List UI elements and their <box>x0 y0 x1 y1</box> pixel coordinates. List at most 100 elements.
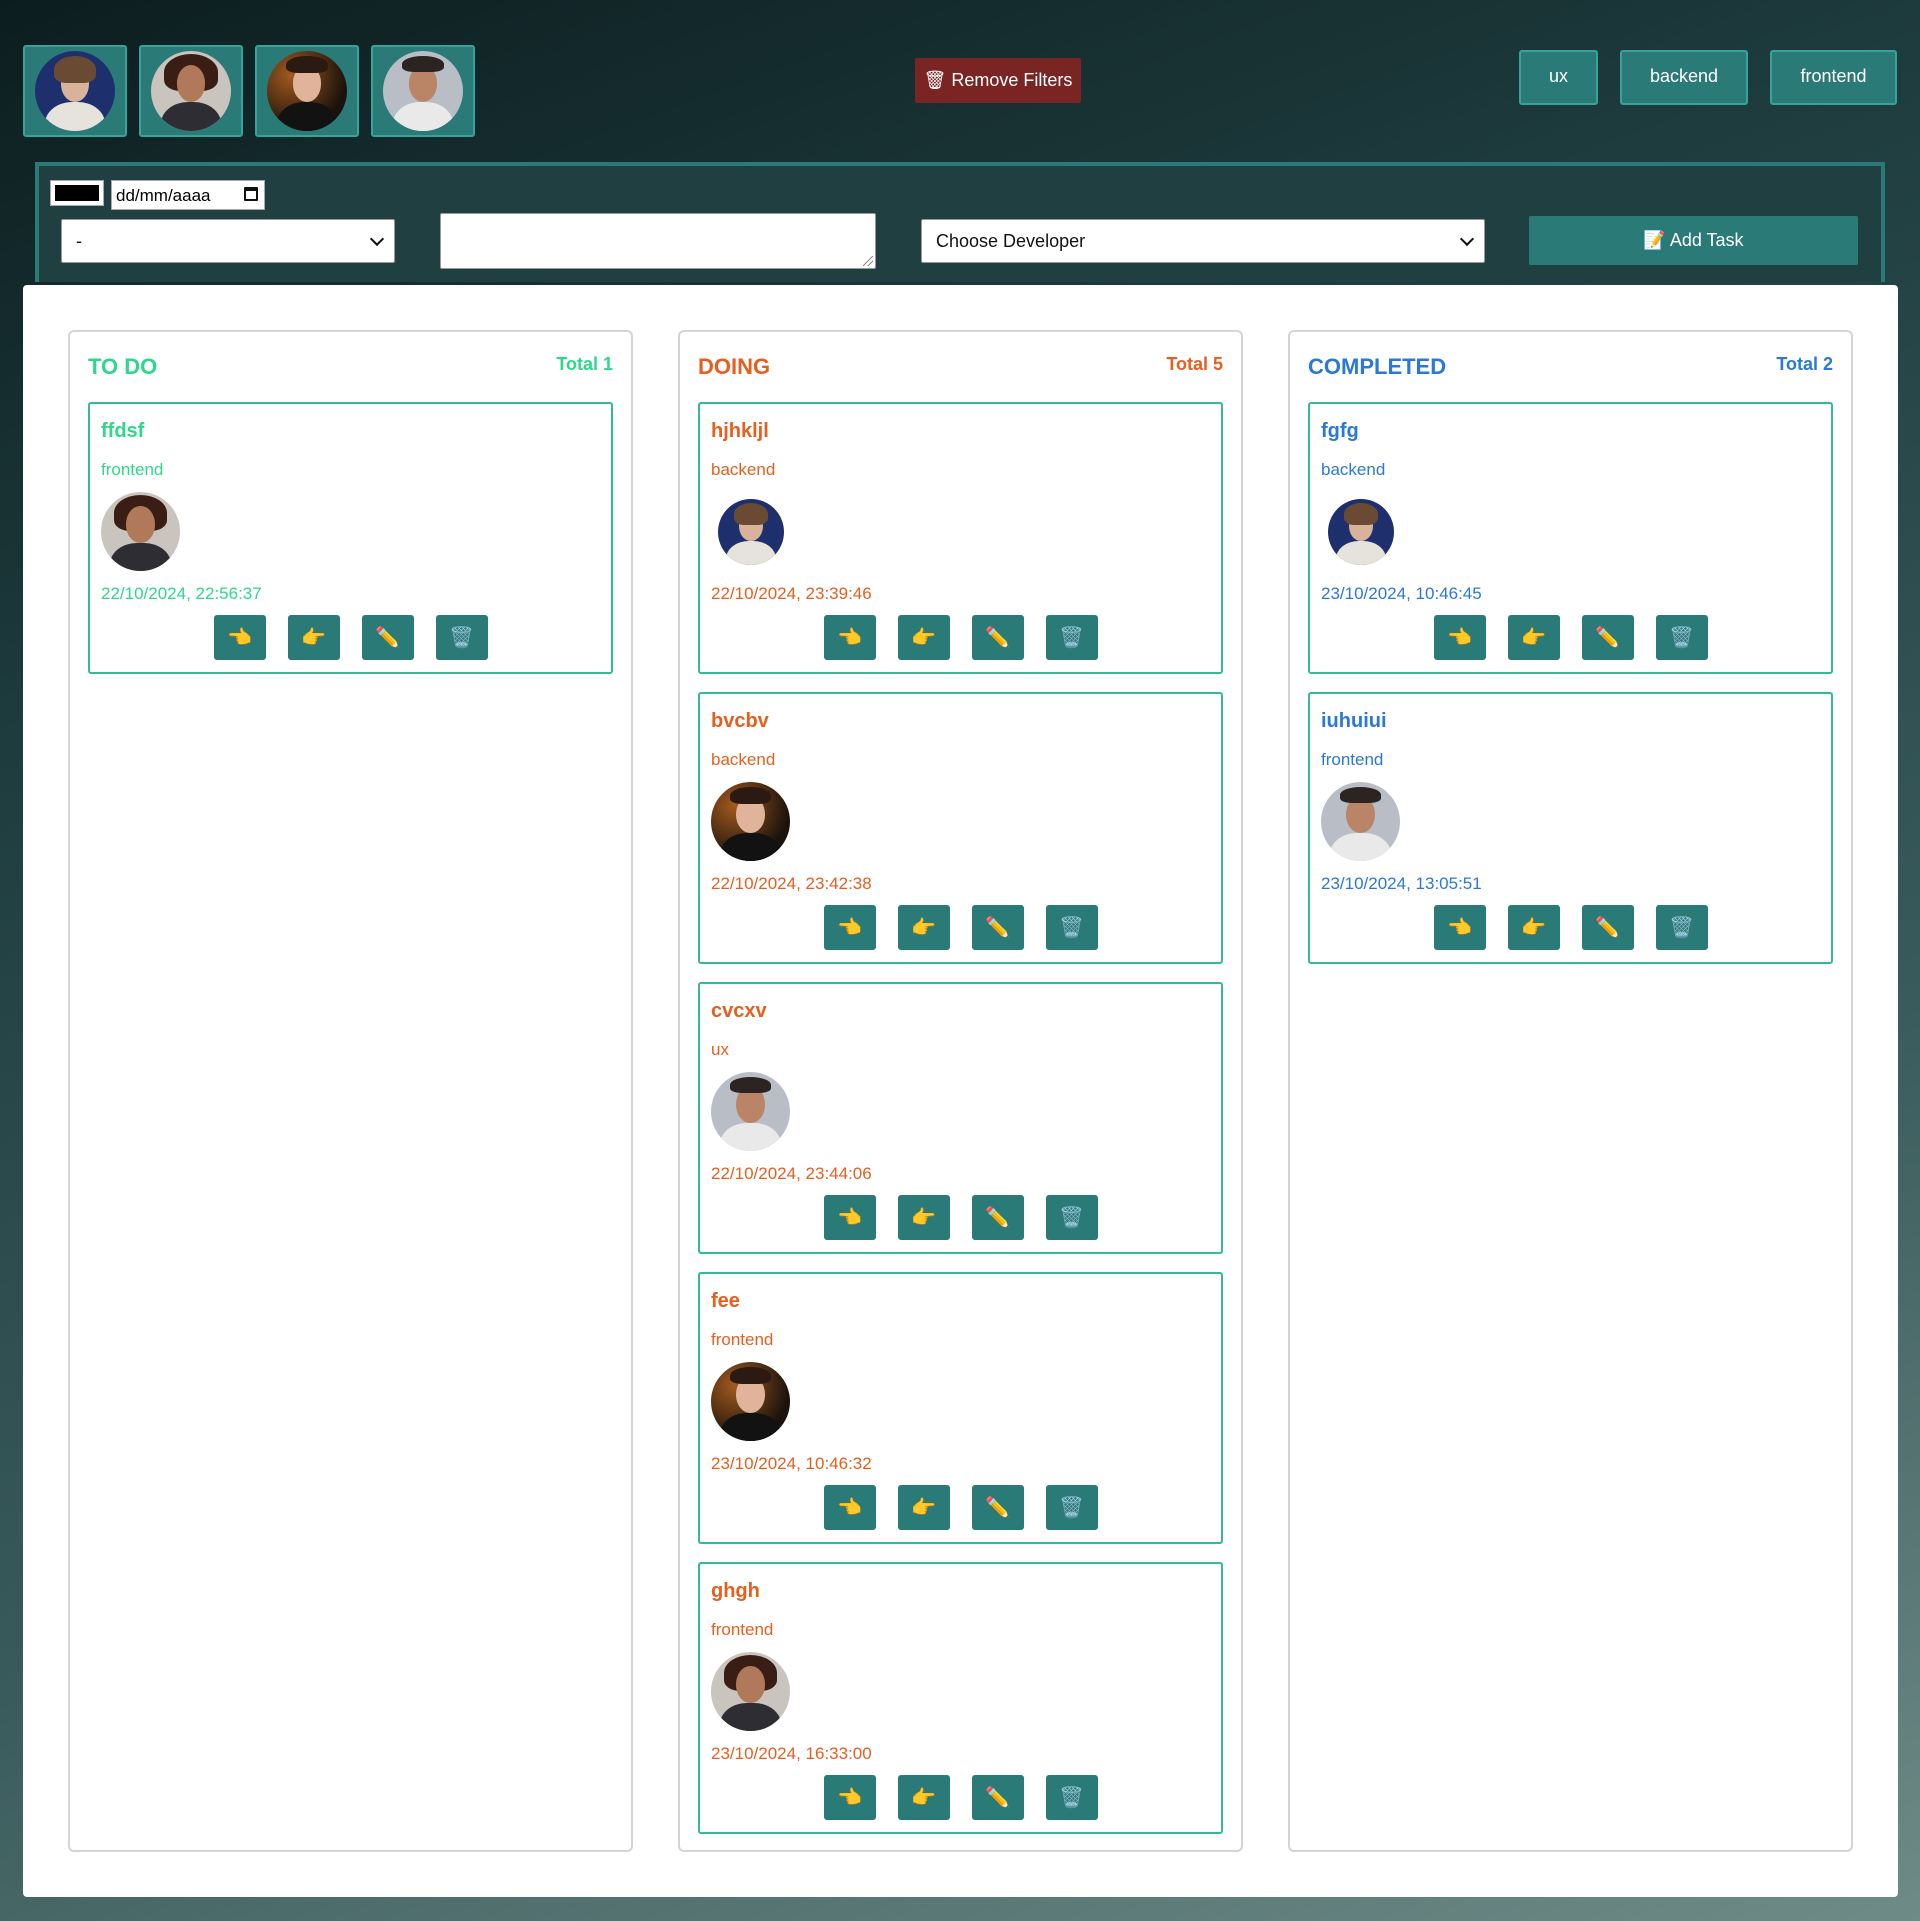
task-title: fgfg <box>1321 420 1359 442</box>
task-tag: backend <box>711 750 776 769</box>
task-card[interactable]: fgfg backend 23/10/2024, 10:46:45 👈 👉 ✏️ 🗑️ <box>1308 402 1833 674</box>
move-left-icon: 👈 <box>837 627 862 649</box>
resize-handle-icon[interactable] <box>863 256 873 266</box>
task-title: hjhkljl <box>711 420 769 442</box>
edit-button[interactable]: ✏️ <box>971 1775 1024 1820</box>
color-swatch <box>55 185 99 201</box>
delete-button[interactable]: 🗑️ <box>435 615 488 660</box>
delete-icon: 🗑️ <box>1059 917 1084 939</box>
column-title: DOING <box>698 354 771 379</box>
calendar-icon[interactable] <box>244 187 258 201</box>
task-card[interactable]: ghgh frontend 23/10/2024, 16:33:00 👈 👉 ✏️ 🗑️ <box>698 1562 1223 1834</box>
move-right-button[interactable]: 👉 <box>1507 905 1560 950</box>
edit-icon: ✏️ <box>985 1497 1010 1519</box>
task-actions: 👈 👉 ✏️ 🗑️ <box>700 1195 1221 1240</box>
chevron-down-icon <box>369 231 385 247</box>
column-doing: DOING Total 5 hjhkljl backend 22/10/2024, … <box>678 330 1243 1852</box>
task-tag: frontend <box>711 1620 774 1639</box>
delete-button[interactable]: 🗑️ <box>1045 1485 1098 1530</box>
add-task-button[interactable]: 📝 Add Task <box>1529 216 1858 265</box>
delete-button[interactable]: 🗑️ <box>1655 615 1708 660</box>
move-left-icon: 👈 <box>1447 627 1472 649</box>
move-left-button[interactable]: 👈 <box>1433 615 1486 660</box>
date-input[interactable]: dd/mm/aaaa <box>111 180 265 210</box>
task-card[interactable]: ffdsf frontend 22/10/2024, 22:56:37 👈 👉 ✏️ 🗑️ <box>88 402 613 674</box>
tag-filter-ux[interactable]: ux <box>1519 50 1598 105</box>
move-right-button[interactable]: 👉 <box>897 905 950 950</box>
task-actions: 👈 👉 ✏️ 🗑️ <box>700 1485 1221 1530</box>
move-left-button[interactable]: 👈 <box>823 615 876 660</box>
task-tag: frontend <box>101 460 164 479</box>
move-right-icon: 👉 <box>1521 917 1546 939</box>
delete-icon: 🗑️ <box>1059 1497 1084 1519</box>
edit-button[interactable]: ✏️ <box>1581 615 1634 660</box>
task-card[interactable]: bvcbv backend 22/10/2024, 23:42:38 👈 👉 ✏️ 🗑️ <box>698 692 1223 964</box>
task-type-select[interactable]: - <box>61 219 395 263</box>
edit-button[interactable]: ✏️ <box>971 905 1024 950</box>
edit-icon: ✏️ <box>985 1207 1010 1229</box>
move-right-button[interactable]: 👉 <box>897 1485 950 1530</box>
move-right-button[interactable]: 👉 <box>897 1775 950 1820</box>
card-list: ffdsf frontend 22/10/2024, 22:56:37 👈 👉 ✏️ 🗑️ <box>88 402 613 692</box>
edit-button[interactable]: ✏️ <box>971 1485 1024 1530</box>
task-card[interactable]: hjhkljl backend 22/10/2024, 23:39:46 👈 👉 ✏️ 🗑️ <box>698 402 1223 674</box>
developer-select-value: Choose Developer <box>936 231 1086 251</box>
developer-avatar <box>711 1362 790 1441</box>
move-right-button[interactable]: 👉 <box>287 615 340 660</box>
task-tag: backend <box>1321 460 1386 479</box>
description-textarea[interactable] <box>440 213 876 269</box>
edit-icon: ✏️ <box>985 1787 1010 1809</box>
move-left-button[interactable]: 👈 <box>823 1195 876 1240</box>
column-completed: COMPLETED Total 2 fgfg backend 23/10/2024,… <box>1288 330 1853 1852</box>
task-tag: frontend <box>1321 750 1384 769</box>
delete-button[interactable]: 🗑️ <box>1045 1775 1098 1820</box>
column-title: TO DO <box>88 354 158 379</box>
move-left-button[interactable]: 👈 <box>1433 905 1486 950</box>
move-right-icon: 👉 <box>911 627 936 649</box>
task-date: 22/10/2024, 23:39:46 <box>711 584 872 603</box>
developer-filter-4[interactable] <box>371 45 475 137</box>
chevron-down-icon <box>1459 231 1475 247</box>
developer-select[interactable]: Choose Developer <box>921 219 1485 263</box>
edit-button[interactable]: ✏️ <box>1581 905 1634 950</box>
edit-button[interactable]: ✏️ <box>971 1195 1024 1240</box>
move-right-icon: 👉 <box>301 627 326 649</box>
task-title: bvcbv <box>711 710 769 732</box>
task-actions: 👈 👉 ✏️ 🗑️ <box>1310 615 1831 660</box>
move-right-button[interactable]: 👉 <box>897 1195 950 1240</box>
move-right-button[interactable]: 👉 <box>897 615 950 660</box>
developer-filter-2[interactable] <box>139 45 243 137</box>
developer-avatar <box>1321 782 1400 861</box>
move-right-icon: 👉 <box>911 917 936 939</box>
developer-filter-1[interactable] <box>23 45 127 137</box>
task-date: 23/10/2024, 13:05:51 <box>1321 874 1482 893</box>
move-left-button[interactable]: 👈 <box>213 615 266 660</box>
tag-filter-frontend[interactable]: frontend <box>1770 50 1897 105</box>
edit-button[interactable]: ✏️ <box>361 615 414 660</box>
move-left-button[interactable]: 👈 <box>823 1485 876 1530</box>
delete-button[interactable]: 🗑️ <box>1655 905 1708 950</box>
edit-icon: ✏️ <box>985 917 1010 939</box>
kanban-board: TO DO Total 1 ffdsf frontend 22/10/2024, 2… <box>23 285 1898 1897</box>
delete-icon: 🗑️ <box>449 627 474 649</box>
tag-filter-backend[interactable]: backend <box>1620 50 1748 105</box>
task-actions: 👈 👉 ✏️ 🗑️ <box>90 615 611 660</box>
developer-filters <box>23 45 475 137</box>
color-picker[interactable] <box>50 180 104 206</box>
delete-button[interactable]: 🗑️ <box>1045 905 1098 950</box>
developer-avatar <box>267 51 347 131</box>
move-right-button[interactable]: 👉 <box>1507 615 1560 660</box>
move-left-button[interactable]: 👈 <box>823 1775 876 1820</box>
task-title: ffdsf <box>101 420 145 442</box>
delete-button[interactable]: 🗑️ <box>1045 1195 1098 1240</box>
developer-filter-3[interactable] <box>255 45 359 137</box>
delete-button[interactable]: 🗑️ <box>1045 615 1098 660</box>
task-card[interactable]: fee frontend 23/10/2024, 10:46:32 👈 👉 ✏️ 🗑️ <box>698 1272 1223 1544</box>
move-left-button[interactable]: 👈 <box>823 905 876 950</box>
task-card[interactable]: iuhuiui frontend 23/10/2024, 13:05:51 👈 👉 ✏️ 🗑… <box>1308 692 1833 964</box>
task-card[interactable]: cvcxv ux 22/10/2024, 23:44:06 👈 👉 ✏️ 🗑️ <box>698 982 1223 1254</box>
task-actions: 👈 👉 ✏️ 🗑️ <box>700 905 1221 950</box>
edit-button[interactable]: ✏️ <box>971 615 1024 660</box>
remove-filters-button[interactable]: 🗑 Remove Filters <box>915 58 1081 103</box>
edit-icon: ✏️ <box>1595 627 1620 649</box>
